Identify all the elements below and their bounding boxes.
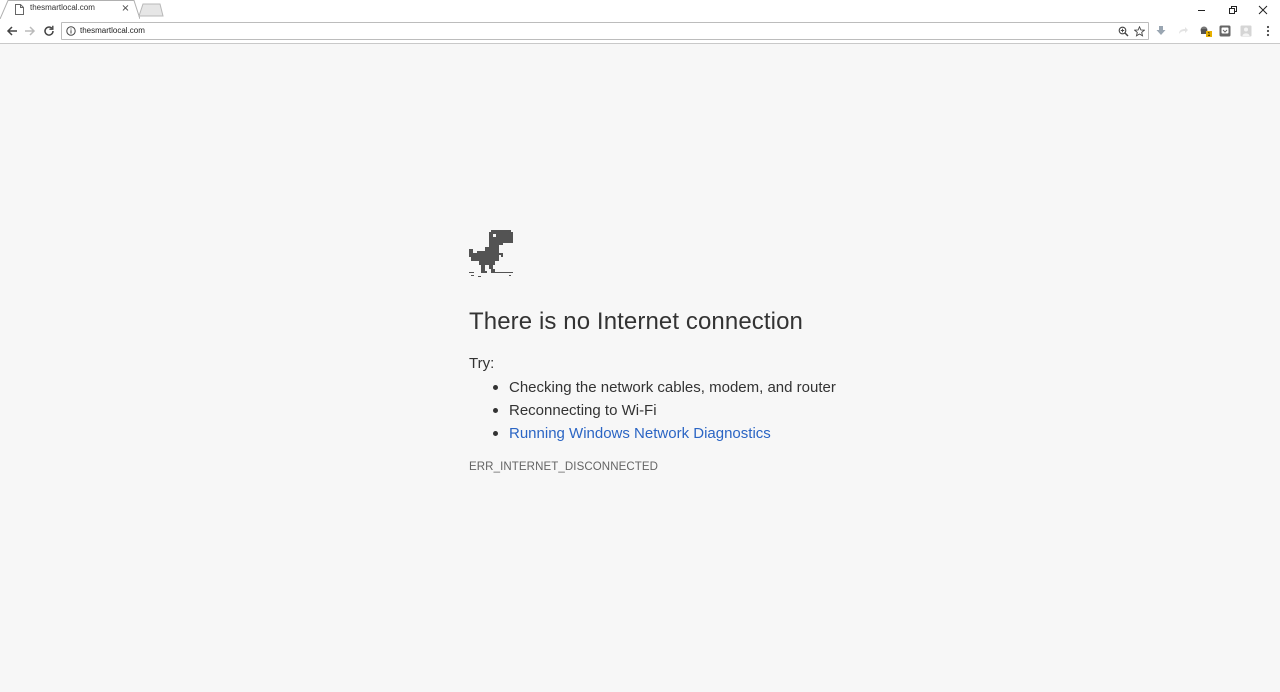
- new-tab-button[interactable]: [138, 3, 164, 17]
- list-item: Reconnecting to Wi-Fi: [493, 399, 836, 422]
- bullet-icon: [493, 431, 498, 436]
- bullet-icon: [493, 385, 498, 390]
- extension-badge-icon: 1: [1200, 26, 1212, 38]
- menu-button[interactable]: [1261, 24, 1275, 38]
- restore-button[interactable]: [1219, 0, 1247, 19]
- share-extension-button[interactable]: [1176, 24, 1190, 38]
- restore-icon: [1229, 5, 1237, 14]
- network-diagnostics-link[interactable]: Running Windows Network Diagnostics: [509, 425, 771, 442]
- page-icon: [15, 4, 24, 15]
- info-icon[interactable]: [66, 26, 76, 36]
- user-extension-icon: [1240, 25, 1252, 37]
- window-close-button[interactable]: [1249, 0, 1277, 19]
- suggestion-text: Checking the network cables, modem, and …: [509, 379, 836, 396]
- list-item: Running Windows Network Diagnostics: [493, 422, 836, 445]
- address-bar[interactable]: thesmartlocal.com: [61, 22, 1149, 40]
- page-title: There is no Internet connection: [469, 308, 803, 335]
- forward-icon: [25, 26, 36, 36]
- tab-close-icon[interactable]: ×: [120, 3, 131, 15]
- share-extension-icon: [1179, 27, 1188, 34]
- minimize-button[interactable]: [1188, 0, 1216, 19]
- page-content: There is no Internet connection Try: Che…: [0, 44, 1280, 692]
- reload-button[interactable]: [41, 23, 57, 39]
- back-icon: [6, 26, 17, 36]
- zoom-icon: [1118, 26, 1128, 36]
- download-extension-button[interactable]: [1154, 24, 1168, 38]
- toolbar: thesmartlocal.com 1: [0, 19, 1280, 44]
- back-button[interactable]: [4, 23, 20, 39]
- menu-icon: [1266, 25, 1270, 37]
- user-extension-button[interactable]: [1239, 24, 1253, 38]
- url-text: thesmartlocal.com: [80, 26, 145, 35]
- suggestion-text: Reconnecting to Wi-Fi: [509, 402, 657, 419]
- zoom-button[interactable]: [1117, 25, 1129, 37]
- list-item: Checking the network cables, modem, and …: [493, 376, 836, 399]
- tab-strip: thesmartlocal.com ×: [0, 0, 1280, 19]
- suggestions-list: Checking the network cables, modem, and …: [493, 376, 836, 445]
- reload-icon: [44, 25, 54, 36]
- download-extension-icon: [1156, 26, 1166, 35]
- bullet-icon: [493, 408, 498, 413]
- extension-badge-button[interactable]: 1: [1199, 24, 1213, 38]
- pocket-extension-icon: [1219, 25, 1231, 37]
- tab-title: thesmartlocal.com: [30, 3, 95, 12]
- tab-active[interactable]: thesmartlocal.com ×: [0, 0, 140, 19]
- minimize-icon: [1198, 9, 1205, 11]
- svg-text:1: 1: [1207, 32, 1210, 38]
- bookmark-button[interactable]: [1133, 25, 1145, 37]
- dino-icon[interactable]: [469, 230, 513, 277]
- pocket-extension-button[interactable]: [1218, 24, 1232, 38]
- try-label: Try:: [469, 355, 495, 372]
- close-icon: [1258, 5, 1268, 14]
- star-icon: [1133, 25, 1145, 37]
- error-code: ERR_INTERNET_DISCONNECTED: [469, 461, 659, 473]
- forward-button[interactable]: [22, 23, 38, 39]
